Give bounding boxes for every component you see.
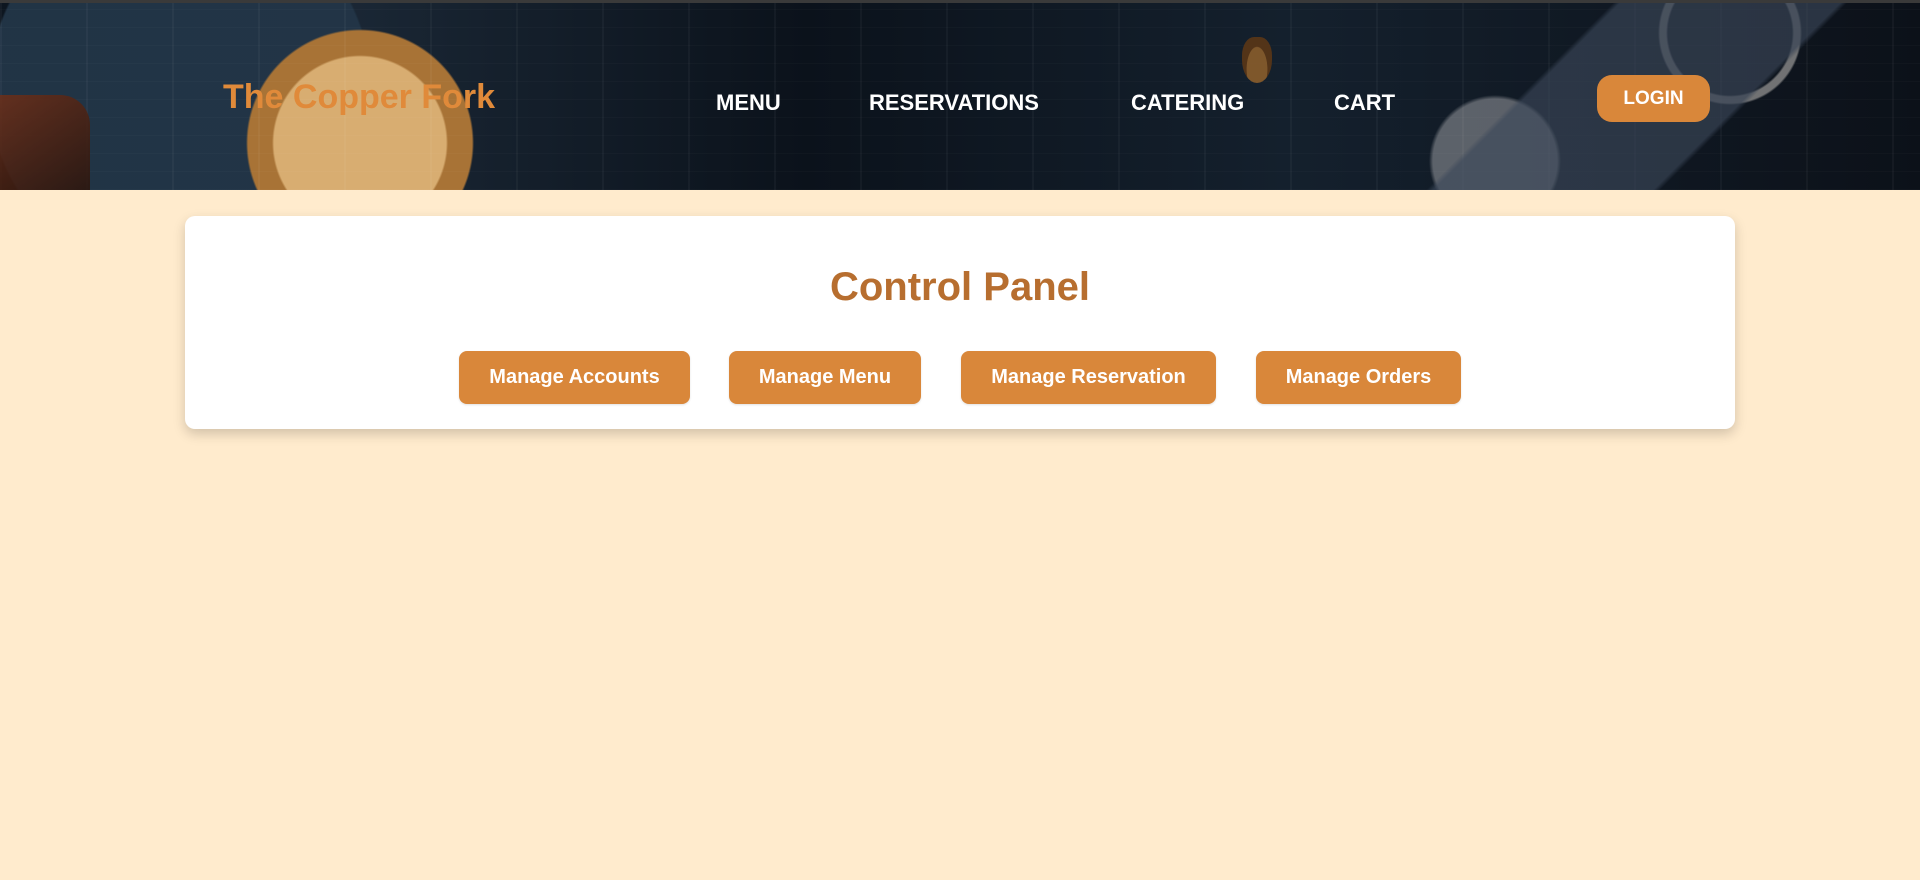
control-panel-title: Control Panel [829,265,1091,309]
manage-accounts-button[interactable]: Manage Accounts [459,351,690,404]
control-panel-card: Control Panel Manage Accounts Manage Men… [185,216,1735,429]
nav-reservations-link[interactable]: RESERVATIONS [869,90,1039,116]
acorn-image-detail [1242,37,1272,83]
nav-cart-link[interactable]: CART [1334,90,1395,116]
login-button[interactable]: LOGIN [1597,75,1710,122]
page: The Copper Fork MENU RESERVATIONS CATERI… [0,0,1920,880]
nav-catering-link[interactable]: CATERING [1131,90,1244,116]
manage-menu-button[interactable]: Manage Menu [729,351,921,404]
nav-menu-link[interactable]: MENU [716,90,781,116]
manage-orders-button[interactable]: Manage Orders [1256,351,1461,404]
site-header: The Copper Fork MENU RESERVATIONS CATERI… [0,0,1920,190]
manage-reservation-button[interactable]: Manage Reservation [961,351,1216,404]
